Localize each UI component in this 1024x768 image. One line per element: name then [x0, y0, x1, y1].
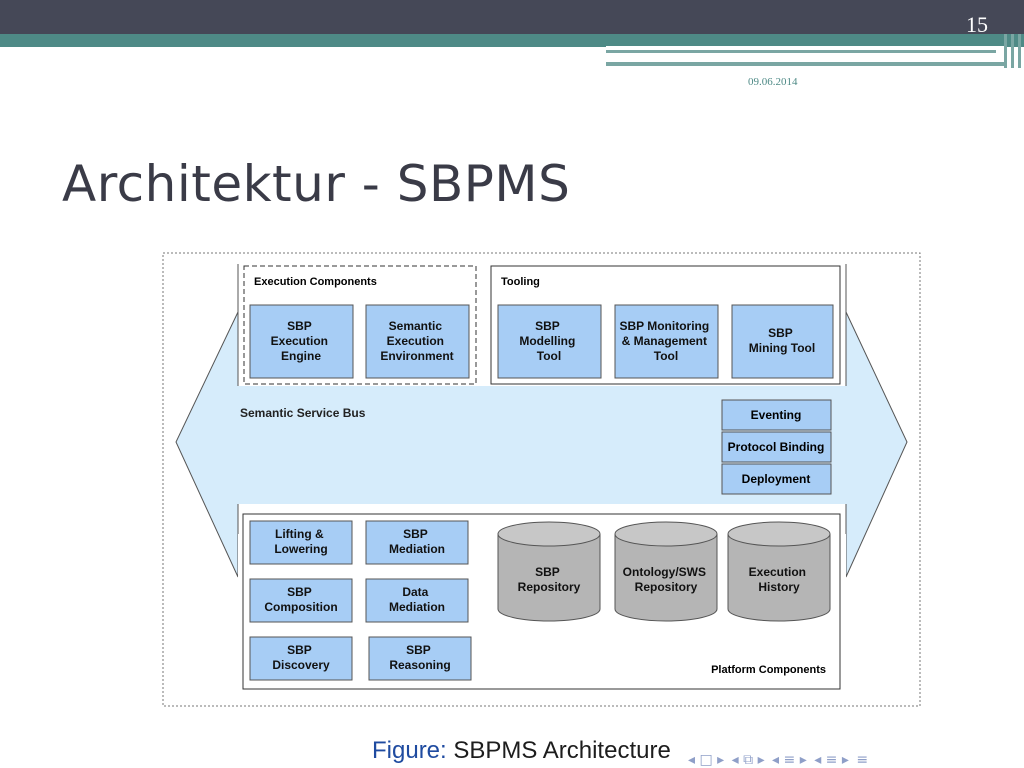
box-sbp-monitoring-management-tool: SBP Monitoring & Management Tool	[614, 304, 719, 379]
slide-number: 15	[966, 12, 988, 37]
box-line: SBP Monitoring	[619, 319, 709, 333]
box-sbp-reasoning: SBP Reasoning	[368, 636, 472, 681]
architecture-diagram: Semantic Service Bus Eventing Protocol B…	[162, 252, 921, 707]
platform-components-label: Platform Components	[711, 664, 826, 676]
box-line: SBP	[535, 319, 560, 333]
box-line: Composition	[264, 600, 337, 614]
cylinder-line: History	[758, 580, 800, 594]
cylinder-sbp-repository: SBP Repository	[497, 521, 601, 622]
bus-service-label: Deployment	[742, 472, 811, 486]
cylinder-ontology-sws-repository: Ontology/SWS Repository	[614, 521, 718, 622]
box-sbp-composition: SBP Composition	[249, 578, 353, 623]
box-lifting-lowering: Lifting & Lowering	[249, 520, 353, 565]
box-line: Mining Tool	[749, 341, 815, 355]
box-line: SBP	[403, 527, 428, 541]
box-line: Mediation	[389, 542, 445, 556]
cylinder-execution-history: Execution History	[727, 521, 831, 622]
box-line: SBP	[287, 319, 312, 333]
box-line: Discovery	[272, 658, 330, 672]
box-line: SBP	[287, 643, 312, 657]
box-line: Execution	[271, 334, 328, 348]
cylinder-line: Execution	[749, 565, 806, 579]
box-line: Lifting &	[275, 527, 324, 541]
bus-label: Semantic Service Bus	[240, 406, 366, 420]
bus-service-protocol-binding: Protocol Binding	[721, 431, 832, 463]
box-line: Data	[402, 585, 428, 599]
nav-prev-icon[interactable]: ◂ □ ▸	[688, 752, 724, 768]
box-line: Lowering	[274, 542, 327, 556]
box-sbp-mining-tool: SBP Mining Tool	[731, 304, 834, 379]
caption-prefix: Figure:	[372, 737, 447, 764]
box-data-mediation: Data Mediation	[365, 578, 469, 623]
page-title: Architektur - SBPMS	[62, 155, 571, 213]
figure-caption: Figure: SBPMS Architecture	[372, 737, 671, 765]
nav-section-icon[interactable]: ◂ ≡ ▸	[772, 752, 807, 768]
bus-service-label: Eventing	[751, 408, 802, 422]
slide-date: 09.06.2014	[748, 76, 798, 88]
beamer-navigation: ◂ □ ▸ ◂ ⧉ ▸ ◂ ≡ ▸ ◂ ≡ ▸ ≡	[688, 752, 871, 768]
svg-text:Semantic Execution: Semantic Execution Environment	[380, 319, 453, 363]
box-line: Engine	[281, 349, 321, 363]
box-line: SBP	[406, 643, 431, 657]
box-line: Modelling	[519, 334, 575, 348]
box-sbp-execution-engine: SBP Execution Engine	[249, 304, 354, 379]
box-line: Mediation	[389, 600, 445, 614]
nav-menu-icon[interactable]: ≡	[856, 752, 868, 768]
box-semantic-execution-environment: Semantic Execution Environment	[365, 304, 470, 379]
box-line: Tool	[537, 349, 561, 363]
box-line: SBP	[768, 326, 793, 340]
caption-text: SBPMS Architecture	[453, 737, 671, 764]
svg-text:Ontology/SWS Repository: Ontology/SWS Repository	[623, 565, 710, 594]
cylinder-line: Repository	[635, 580, 698, 594]
nav-frame-icon[interactable]: ◂ ⧉ ▸	[732, 752, 765, 768]
execution-components-label: Execution Components	[254, 276, 377, 288]
cylinder-line: Ontology/SWS	[623, 565, 706, 579]
tooling-label: Tooling	[501, 276, 540, 288]
box-line: Semantic	[389, 319, 443, 333]
box-sbp-discovery: SBP Discovery	[249, 636, 353, 681]
cylinder-line: SBP	[535, 565, 560, 579]
box-line: SBP	[287, 585, 312, 599]
nav-subsection-icon[interactable]: ◂ ≡ ▸	[814, 752, 849, 768]
box-line: Reasoning	[389, 658, 450, 672]
svg-text:Lifting & Lowering: Lifting & Lowering	[274, 527, 327, 556]
box-sbp-mediation: SBP Mediation	[365, 520, 469, 565]
box-line: Execution	[387, 334, 444, 348]
box-line: Tool	[654, 349, 678, 363]
bus-service-deployment: Deployment	[721, 463, 832, 495]
cylinder-line: Repository	[518, 580, 581, 594]
box-line: Environment	[380, 349, 453, 363]
bus-service-label: Protocol Binding	[728, 440, 825, 454]
box-sbp-modelling-tool: SBP Modelling Tool	[497, 304, 602, 379]
box-line: & Management	[622, 334, 707, 348]
header-decoration	[0, 34, 1024, 68]
bus-service-eventing: Eventing	[721, 399, 832, 431]
